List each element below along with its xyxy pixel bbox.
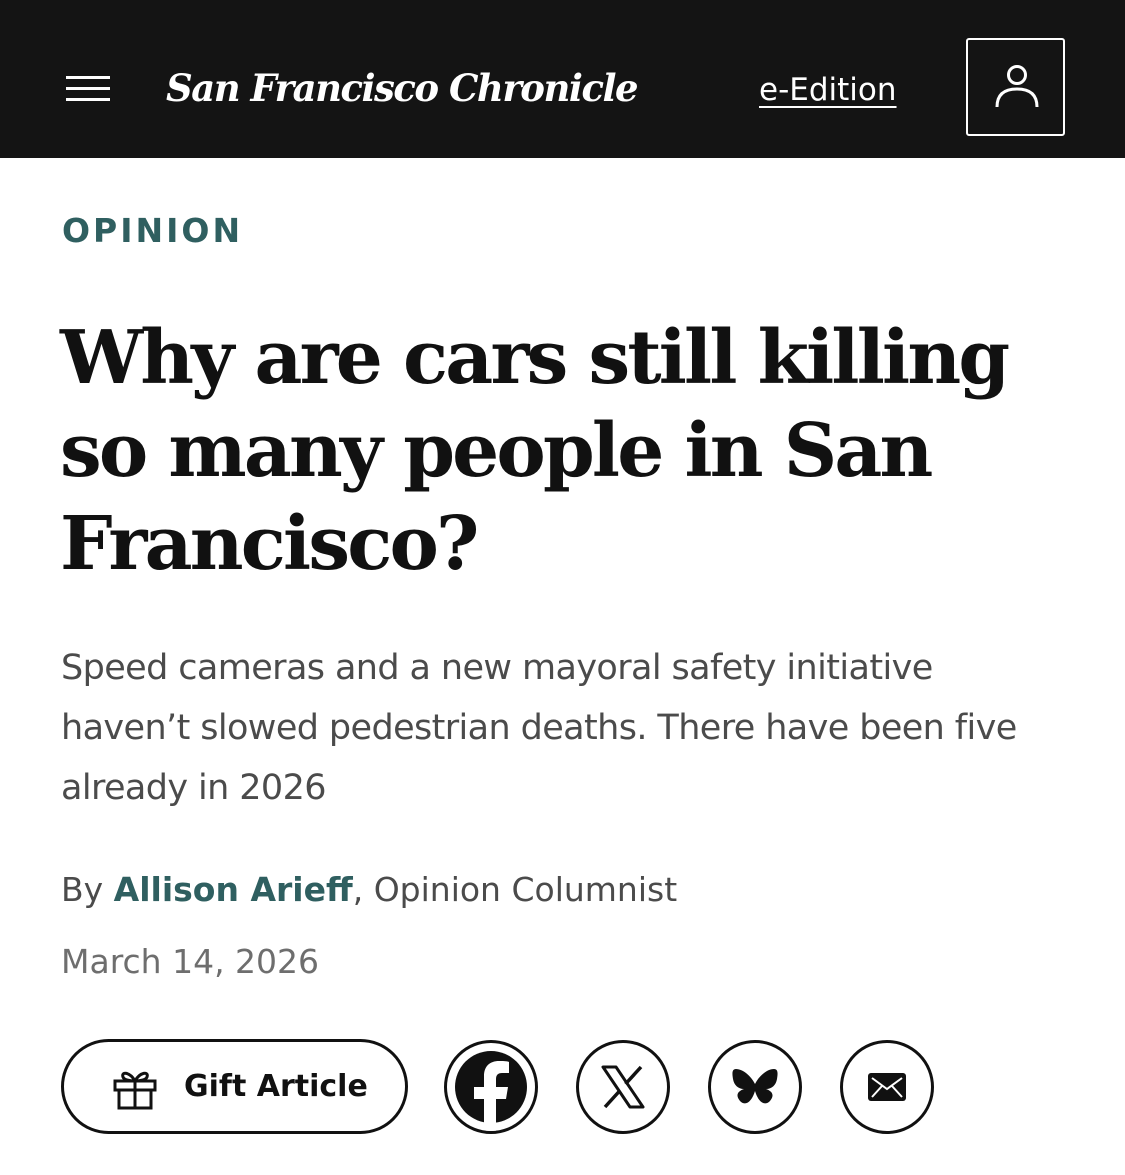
- gift-article-label: Gift Article: [184, 1069, 368, 1104]
- byline-prefix: By: [61, 870, 104, 909]
- share-facebook-button[interactable]: [444, 1040, 538, 1134]
- author-link[interactable]: Allison Arieff: [114, 870, 353, 909]
- bluesky-butterfly-icon: [732, 1069, 778, 1104]
- section-label[interactable]: OPINION: [62, 210, 243, 252]
- top-navigation-bar: San Francisco Chronicle e-Edition: [0, 0, 1125, 158]
- article-dek: Speed cameras and a new mayoral safety i…: [61, 648, 1017, 808]
- share-email-button[interactable]: [840, 1040, 934, 1134]
- masthead-logo[interactable]: San Francisco Chronicle: [166, 58, 639, 118]
- e-edition-link[interactable]: e-Edition: [759, 68, 897, 112]
- gift-icon: [113, 1071, 157, 1110]
- email-envelope-icon: [868, 1073, 906, 1101]
- author-role: Opinion Columnist: [373, 870, 678, 909]
- byline-separator: ,: [352, 870, 364, 909]
- share-x-button[interactable]: [576, 1040, 670, 1134]
- byline: By Allison Arieff, Opinion Columnist: [61, 866, 677, 914]
- facebook-icon: [455, 1051, 527, 1131]
- user-account-icon: [995, 65, 1039, 108]
- menu-line: [66, 87, 110, 90]
- hamburger-menu-icon[interactable]: [66, 76, 110, 102]
- menu-line: [66, 76, 110, 79]
- gift-article-button[interactable]: Gift Article: [61, 1039, 408, 1134]
- menu-line: [66, 98, 110, 101]
- account-button[interactable]: [966, 38, 1065, 136]
- article-headline: Why are cars still killing so many peopl…: [60, 315, 1010, 587]
- publish-date: March 14, 2026: [61, 942, 320, 981]
- x-icon: [601, 1065, 645, 1109]
- share-bluesky-button[interactable]: [708, 1040, 802, 1134]
